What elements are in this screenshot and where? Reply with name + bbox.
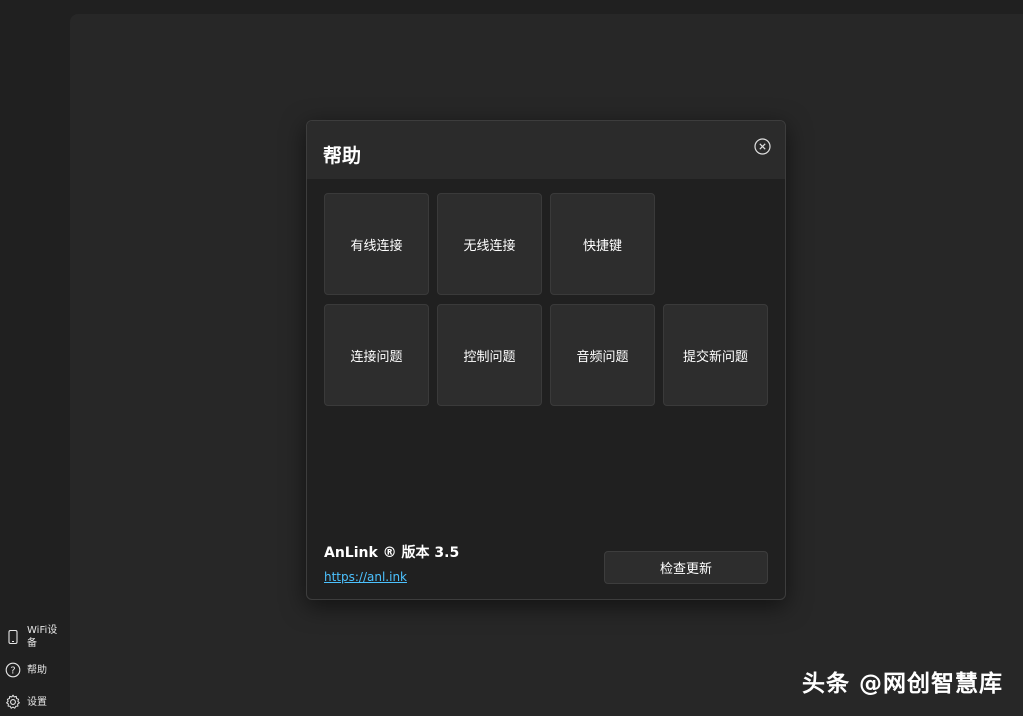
sidebar-item-help[interactable]: ? 帮助 [5,662,67,678]
svg-text:?: ? [10,666,15,677]
tile-wired-connection[interactable]: 有线连接 [324,193,429,295]
version-text: AnLink ® 版本 3.5 [324,545,460,561]
help-circle-icon: ? [5,662,21,678]
sidebar-item-wifi-devices[interactable]: WiFi设备 [5,624,67,650]
sidebar-item-label: 设置 [27,696,47,708]
tile-submit-new-issue[interactable]: 提交新问题 [663,304,768,406]
tile-wireless-connection[interactable]: 无线连接 [437,193,542,295]
tile-audio-issues[interactable]: 音频问题 [550,304,655,406]
watermark-text: 头条 @网创智慧库 [801,671,1003,697]
check-update-button[interactable]: 检查更新 [604,551,768,584]
dialog-title: 帮助 [323,145,362,167]
help-dialog: 帮助 有线连接 无线连接 快捷键 连接问题 控制问题 音频问题 提交新问题 An… [306,120,786,600]
tile-connection-issues[interactable]: 连接问题 [324,304,429,406]
sidebar: WiFi设备 ? 帮助 设置 [0,0,70,716]
tile-shortcuts[interactable]: 快捷键 [550,193,655,295]
close-button[interactable] [753,137,771,155]
dialog-header: 帮助 [307,121,785,179]
help-topics-grid: 有线连接 无线连接 快捷键 连接问题 控制问题 音频问题 提交新问题 [324,193,770,409]
tile-control-issues[interactable]: 控制问题 [437,304,542,406]
sidebar-item-settings[interactable]: 设置 [5,694,67,710]
phone-icon [5,629,21,645]
website-link[interactable]: https://anl.ink [324,570,407,584]
gear-icon [5,694,21,710]
sidebar-item-label: WiFi设备 [27,625,58,649]
app-window: WiFi设备 ? 帮助 设置 帮助 有线连接 无线连接 快捷键 连接问题 控制问… [0,0,1023,716]
close-circle-icon [753,137,771,155]
sidebar-item-label: 帮助 [27,664,47,676]
